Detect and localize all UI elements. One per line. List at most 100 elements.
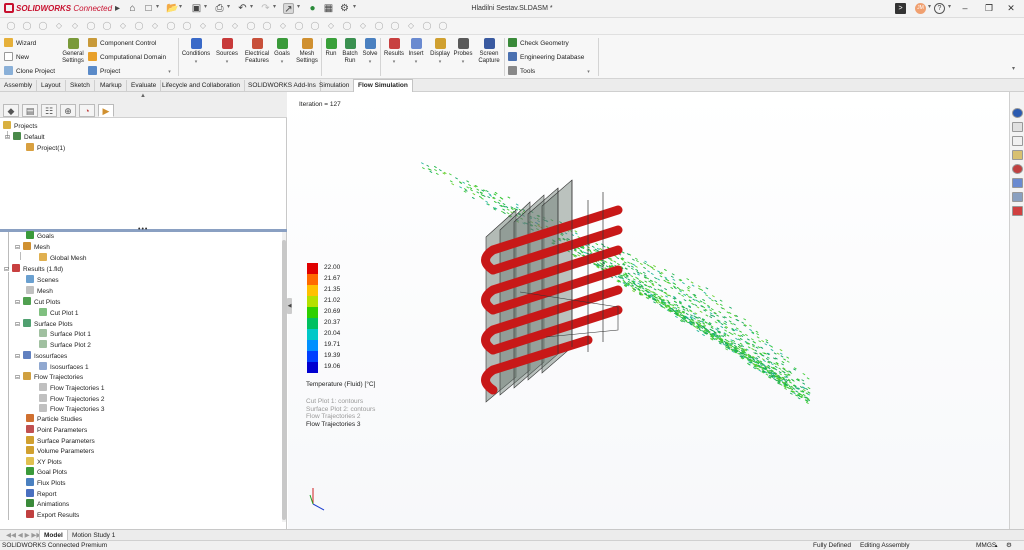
open-folder-icon[interactable]: 📂 <box>166 3 178 14</box>
view-orientation-icon[interactable]: ❐ <box>623 92 633 93</box>
tree-export-results[interactable]: Export Results <box>26 510 79 521</box>
apply-scene-icon[interactable]: ◉ <box>678 92 688 93</box>
gear-icon[interactable]: ⚙ <box>339 3 350 14</box>
display-button[interactable]: Display ▾ <box>428 38 452 66</box>
solve-button[interactable]: Solve ▾ <box>361 38 379 66</box>
insert-button[interactable]: Insert ▾ <box>406 38 426 66</box>
tree-goals[interactable]: Goals <box>26 231 54 242</box>
chevron-down-icon[interactable]: ▾ <box>353 3 356 10</box>
unit-system[interactable]: MMGS <box>976 541 996 550</box>
shape-icon[interactable]: ◇ <box>326 21 336 31</box>
new-project-button[interactable]: New <box>4 52 29 64</box>
display-icon[interactable]: ▦ <box>323 3 334 14</box>
tree-config-default[interactable]: ⊟ Default <box>5 132 45 143</box>
chevron-down-icon[interactable]: ▾ <box>273 3 276 10</box>
shape-icon[interactable]: ◯ <box>166 21 176 31</box>
property-manager-tab-icon[interactable]: ▤ <box>22 104 38 117</box>
tab-layout[interactable]: Layout <box>37 80 66 92</box>
sources-button[interactable]: Sources ▾ <box>214 38 240 66</box>
tree-projects-root[interactable]: Projects <box>3 121 37 132</box>
collapse-panel-handle[interactable]: ◀ <box>287 298 292 314</box>
tab-flow-simulation[interactable]: Flow Simulation <box>353 79 413 92</box>
electrical-features-button[interactable]: Electrical Features <box>242 38 272 65</box>
results-button[interactable]: Results ▾ <box>382 38 406 66</box>
user-avatar[interactable]: JM <box>915 3 926 14</box>
file-explorer-icon[interactable] <box>1012 136 1023 146</box>
shape-icon[interactable]: ◇ <box>278 21 288 31</box>
forum-icon[interactable] <box>1012 192 1023 202</box>
chevron-down-icon[interactable]: ▾ <box>227 3 230 10</box>
clone-project-button[interactable]: Clone Project <box>4 66 55 78</box>
tree-mesh[interactable]: ⊟ Mesh <box>15 242 50 253</box>
dimxpert-tab-icon[interactable]: ⊕ <box>60 104 76 117</box>
edit-appearance-icon[interactable]: ◉ <box>664 92 674 93</box>
zoom-to-fit-icon[interactable]: ⚲ <box>563 92 573 93</box>
wizard-button[interactable]: Wizard <box>4 38 36 50</box>
tree-point-parameters[interactable]: Point Parameters <box>26 425 87 436</box>
chevron-down-icon[interactable]: ▾ <box>179 3 182 10</box>
tree-global-mesh[interactable]: Global Mesh <box>39 253 87 264</box>
component-control-button[interactable]: Component Control <box>88 38 156 50</box>
check-geometry-button[interactable]: Check Geometry <box>508 38 569 50</box>
goals-button[interactable]: Goals ▾ <box>272 38 292 66</box>
solidworks-resources-icon[interactable] <box>1012 108 1023 118</box>
tree-goal-plots[interactable]: Goal Plots <box>26 467 67 478</box>
shape-icon[interactable]: ◯ <box>342 21 352 31</box>
appearances-icon[interactable] <box>1012 164 1023 174</box>
probes-button[interactable]: Probes ▾ <box>452 38 474 66</box>
section-view-icon[interactable]: ▦ <box>599 92 609 93</box>
shape-icon[interactable]: ◯ <box>294 21 304 31</box>
chevron-down-icon[interactable]: ▾ <box>250 3 253 10</box>
flow-simulation-tab-icon[interactable]: ▶ <box>98 104 114 117</box>
expand-handle-icon[interactable]: ▲ <box>140 93 146 99</box>
print-icon[interactable]: ⎙ <box>214 3 225 14</box>
general-settings-button[interactable]: General Settings <box>60 38 86 65</box>
dynamic-annotation-icon[interactable]: ▦ <box>611 92 621 93</box>
shape-icon[interactable]: ◯ <box>310 21 320 31</box>
command-icon[interactable]: > <box>895 3 906 14</box>
status-settings-icon[interactable]: ⚙ <box>1006 541 1012 550</box>
help-icon[interactable]: ? <box>934 3 945 14</box>
traffic-light-icon[interactable]: ● <box>307 3 318 14</box>
save-icon[interactable]: ▣ <box>191 3 202 14</box>
chevron-up-icon[interactable]: ▴ <box>995 541 998 550</box>
tab-sketch[interactable]: Sketch <box>66 80 95 92</box>
project-menu-button[interactable]: Project ▾ <box>88 66 171 78</box>
tree-surface-plot-1[interactable]: Surface Plot 1 <box>39 329 91 340</box>
tab-markup[interactable]: Markup <box>96 80 127 92</box>
undo-icon[interactable]: ↶ <box>237 3 248 14</box>
tools-button[interactable]: Tools ▾ <box>508 66 590 78</box>
shape-icon[interactable]: ◯ <box>22 21 32 31</box>
chevron-down-icon[interactable]: ▾ <box>204 3 207 10</box>
design-library-icon[interactable] <box>1012 122 1023 132</box>
select-cursor-icon[interactable]: ↗ <box>283 3 294 15</box>
3dexperience-icon[interactable] <box>1012 206 1023 216</box>
shape-icon[interactable]: ◯ <box>262 21 272 31</box>
view-settings-icon[interactable]: ▭ <box>692 92 702 93</box>
tree-scrollbar-thumb[interactable] <box>282 240 286 520</box>
graphics-viewport[interactable]: ⚲ ⚲ ↶ ▦ ▦ ❐ ◉ ◉ ◉ ◉ ▭ ▭ ▭ ❐ ❐ ✕ Iteratio… <box>288 92 1009 529</box>
tree-results-mesh[interactable]: Mesh <box>26 286 53 297</box>
chevron-down-icon[interactable]: ▾ <box>297 3 300 10</box>
tree-particle-studies[interactable]: Particle Studies <box>26 414 82 425</box>
previous-view-icon[interactable]: ↶ <box>587 92 597 93</box>
shape-icon[interactable]: ◯ <box>246 21 256 31</box>
tree-surface-plot-2[interactable]: Surface Plot 2 <box>39 340 91 351</box>
shape-icon[interactable]: ◯ <box>182 21 192 31</box>
tree-cut-plot-1[interactable]: Cut Plot 1 <box>39 308 79 319</box>
tree-project-1[interactable]: Project(1) <box>26 143 65 154</box>
shape-icon[interactable]: ◯ <box>422 21 432 31</box>
tree-flux-plots[interactable]: Flux Plots <box>26 478 66 489</box>
conditions-button[interactable]: Conditions ▾ <box>181 38 211 66</box>
tree-volume-parameters[interactable]: Volume Parameters <box>26 446 94 457</box>
shape-icon[interactable]: ◇ <box>406 21 416 31</box>
tree-cut-plots[interactable]: ⊟ Cut Plots <box>15 297 60 308</box>
shape-icon[interactable]: ◇ <box>54 21 64 31</box>
zoom-area-icon[interactable]: ⚲ <box>575 92 585 93</box>
chevron-down-icon[interactable]: ▾ <box>1012 65 1015 72</box>
display-pane-icon[interactable]: ▭ <box>706 92 716 93</box>
chevron-down-icon[interactable]: ▾ <box>156 3 159 10</box>
shape-icon[interactable]: ◇ <box>118 21 128 31</box>
mesh-settings-button[interactable]: Mesh Settings <box>294 38 320 65</box>
tab-lifecycle-and-collaboration[interactable]: Lifecycle and Collaboration <box>158 80 246 92</box>
